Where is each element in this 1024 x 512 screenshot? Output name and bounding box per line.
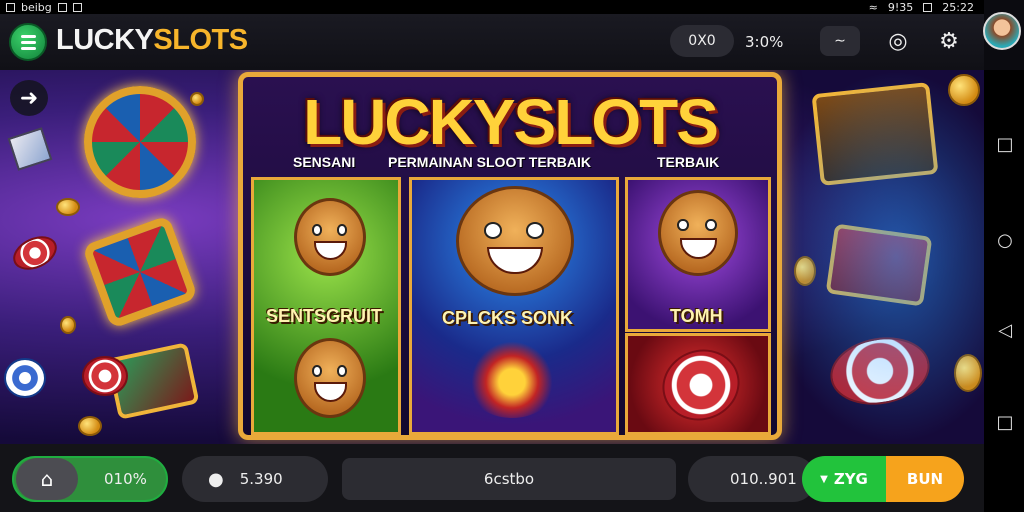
mouth-icon <box>487 247 543 275</box>
coin-count: 5.390 <box>239 470 283 488</box>
chart-button[interactable]: ∼ <box>820 26 860 56</box>
board-subtitle-left: SENSANI <box>293 154 356 170</box>
center-text: 6cstbo <box>483 470 535 488</box>
game-stage: ➜ LUCKYSLOTS SENSANI PERMAINAN SLOOT TER… <box>0 70 984 444</box>
status-bar: beibg ≈ 9!35 25:22 <box>0 0 984 14</box>
notification-icon <box>72 2 82 12</box>
coins-icon: ● <box>208 468 224 490</box>
coin-decoration <box>60 316 76 334</box>
home-group: ⌂ 010% <box>12 456 168 502</box>
dice-decoration <box>7 127 53 171</box>
roulette-card-decoration <box>81 214 199 330</box>
bet-value: 010..901 <box>730 470 797 488</box>
back-button[interactable]: ➜ <box>10 80 48 116</box>
mouth-icon <box>313 241 347 261</box>
coin-decoration <box>56 198 80 216</box>
eye-icon <box>311 364 323 377</box>
play-arrow-icon: ▼ <box>820 473 828 485</box>
chip-decoration <box>7 229 63 277</box>
bet-amount[interactable]: 010..901 <box>688 456 816 502</box>
eye-icon <box>336 364 348 377</box>
gear-icon: ⚙ <box>939 28 959 54</box>
menu-icon-line <box>21 41 36 44</box>
menu-icon <box>21 35 36 38</box>
center-display[interactable]: 6cstbo <box>342 458 676 500</box>
treasure-chest-decoration <box>811 82 939 186</box>
app-logo: LUCKYSLOTS <box>56 24 248 57</box>
casino-chip-icon <box>652 338 750 432</box>
logo-slots: SLOTS <box>153 24 248 56</box>
menu-icon-line <box>21 47 36 50</box>
eye-icon <box>677 218 690 232</box>
notification-icon <box>6 2 15 12</box>
chip-decoration <box>4 358 46 398</box>
coin-decoration <box>78 416 102 436</box>
back-triangle-icon[interactable]: ◁ <box>996 320 1014 341</box>
character-icon <box>294 338 366 418</box>
stat-readout: 3:0% <box>745 33 784 51</box>
character-icon <box>658 190 738 276</box>
home-icon: ⌂ <box>40 467 54 491</box>
eye-icon <box>336 224 348 236</box>
spin-label: BUN <box>906 470 944 488</box>
eye-icon <box>526 222 545 239</box>
eye-icon <box>311 224 323 236</box>
coin-decoration <box>794 256 816 286</box>
character-icon <box>294 198 366 276</box>
roulette-wheel-decoration <box>84 86 196 198</box>
signal-label: 9!35 <box>887 0 914 14</box>
gift-box-decoration <box>825 223 933 307</box>
menu-button[interactable] <box>9 23 47 61</box>
coin-decoration <box>190 92 204 106</box>
battery-icon <box>923 2 933 12</box>
recents-icon[interactable]: □ <box>996 134 1014 155</box>
overview-icon[interactable]: □ <box>996 412 1014 433</box>
slot-reel-purple[interactable]: TOMH <box>625 177 771 332</box>
play-button[interactable]: ▼ ZYG <box>802 456 886 502</box>
coin-balance[interactable]: ● 5.390 <box>182 456 328 502</box>
wifi-icon: ≈ <box>868 0 878 14</box>
top-header: LUCKYSLOTS 0X0 3:0% ∼ ◎ ⚙ <box>0 14 984 70</box>
app-screen: beibg ≈ 9!35 25:22 LUCKYSLOTS 0X0 3:0% ∼… <box>0 0 984 512</box>
board-subtitle-right: TERBAIK <box>657 154 720 170</box>
chip-decoration <box>82 356 128 396</box>
chip-stack-decoration <box>825 329 935 413</box>
coin-decoration <box>954 354 982 392</box>
target-button[interactable]: ◎ <box>884 27 912 55</box>
avatar[interactable] <box>983 12 1021 50</box>
settings-button[interactable]: ⚙ <box>935 27 963 55</box>
clock: 25:22 <box>942 0 974 14</box>
carrier-label: beibg <box>21 0 52 14</box>
home-button[interactable]: ⌂ <box>16 458 78 500</box>
eye-icon <box>483 222 502 239</box>
balance-pill[interactable]: 0X0 <box>670 25 734 57</box>
slot-reel-blue[interactable]: CPLCKS SONK <box>409 177 619 435</box>
character-icon <box>456 186 574 296</box>
logo-lucky: LUCKY <box>56 24 154 56</box>
slot-board: LUCKYSLOTS SENSANI PERMAINAN SLOOT TERBA… <box>238 72 782 440</box>
percent-readout: 010% <box>104 470 147 488</box>
reel-label: TOMH <box>670 306 723 326</box>
play-label: ZYG <box>833 470 868 488</box>
bottom-bar: ⌂ 010% ● 5.390 6cstbo 010..901 ▼ ZYG BUN <box>0 444 984 512</box>
eye-icon <box>705 218 718 232</box>
slot-reel-red[interactable] <box>625 333 771 435</box>
notification-icon <box>57 2 67 12</box>
back-arrow-icon: ➜ <box>19 85 39 111</box>
reel-label: CPLCKS SONK <box>442 308 574 328</box>
spin-button[interactable]: BUN <box>886 456 964 502</box>
reel-label: SENTSGRUIT <box>266 306 383 326</box>
slot-reel-green[interactable]: SENTSGRUIT <box>251 177 401 435</box>
board-subtitle-center: PERMAINAN SLOOT TERBAIK <box>388 154 591 170</box>
home-circle-icon[interactable]: ○ <box>996 230 1014 251</box>
chart-icon: ∼ <box>834 33 846 49</box>
target-icon: ◎ <box>888 28 908 54</box>
board-title: LUCKYSLOTS <box>303 86 719 158</box>
android-nav-bar: □ ○ ◁ □ <box>984 70 1024 512</box>
coin-decoration <box>948 74 980 106</box>
lamp-icon <box>464 338 560 418</box>
mouth-icon <box>679 237 717 259</box>
mouth-icon <box>313 382 347 402</box>
